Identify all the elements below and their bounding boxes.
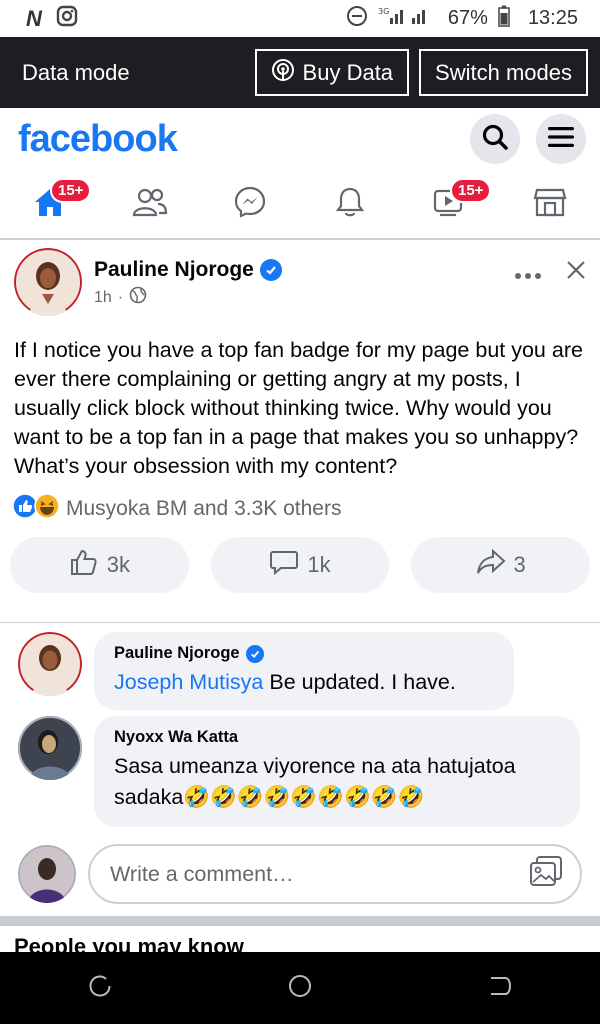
- comments-divider: [0, 622, 600, 623]
- friends-icon: [132, 187, 168, 222]
- menu-button[interactable]: [536, 114, 586, 164]
- switch-modes-label: Switch modes: [435, 59, 572, 85]
- comment-text: Sasa umeanza viyorence na ata hatujatoa …: [114, 754, 516, 809]
- comment-author[interactable]: Nyoxx Wa Katta: [114, 728, 238, 747]
- buy-data-label: Buy Data: [302, 59, 394, 85]
- tab-messenger[interactable]: [220, 174, 280, 234]
- haha-reaction-icon: [34, 493, 60, 525]
- comment-composer: Write a comment…: [18, 844, 582, 904]
- post-action-bar: 3k 1k 3: [0, 537, 600, 593]
- close-icon[interactable]: [566, 260, 586, 286]
- bell-icon: [334, 185, 366, 224]
- feed-post: Pauline Njoroge 1h · If I notice you hav…: [0, 242, 600, 593]
- comment-author[interactable]: Pauline Njoroge: [114, 644, 240, 663]
- verified-icon: [259, 259, 282, 281]
- search-icon: [481, 123, 509, 156]
- comment-text: Joseph Mutisya Be updated. I have.: [114, 667, 494, 698]
- like-count: 3k: [106, 552, 130, 577]
- data-mode-bar: Data mode Buy Data Switch modes: [0, 37, 600, 108]
- comment-placeholder: Write a comment…: [110, 861, 294, 886]
- data-mode-label: Data mode: [22, 59, 130, 85]
- comment-item: Nyoxx Wa Katta Sasa umeanza viyorence na…: [18, 716, 580, 827]
- battery-icon: [498, 5, 510, 33]
- like-button[interactable]: 3k: [10, 537, 189, 593]
- my-avatar[interactable]: [18, 845, 76, 903]
- comment-bubble[interactable]: Nyoxx Wa Katta Sasa umeanza viyorence na…: [94, 716, 580, 827]
- reaction-text: Musyoka BM and 3.3K others: [66, 497, 342, 520]
- thumbs-up-icon: [69, 548, 99, 582]
- back-icon[interactable]: [487, 973, 513, 1004]
- comment-input[interactable]: Write a comment…: [88, 844, 582, 904]
- tab-notifications[interactable]: [320, 174, 380, 234]
- home-nav-icon[interactable]: [287, 973, 313, 1004]
- tab-home[interactable]: 15+: [20, 174, 92, 234]
- comment-mention[interactable]: Joseph Mutisya: [114, 670, 263, 694]
- tab-bar: 15+ 15+: [0, 170, 600, 240]
- buy-data-button[interactable]: Buy Data: [254, 49, 410, 96]
- facebook-logo[interactable]: facebook: [18, 118, 178, 161]
- commenter-avatar[interactable]: [18, 716, 82, 780]
- signal-icon: 3G: [378, 6, 438, 32]
- reaction-summary[interactable]: Musyoka BM and 3.3K others: [0, 481, 600, 537]
- globe-icon: [129, 286, 147, 309]
- messenger-icon: [233, 185, 267, 224]
- watch-badge: 15+: [450, 178, 492, 203]
- search-button[interactable]: [470, 114, 520, 164]
- n-icon: N: [26, 5, 42, 31]
- tab-watch[interactable]: 15+: [420, 174, 492, 234]
- system-nav-bar: [0, 952, 600, 1024]
- comment-item: Pauline Njoroge Joseph Mutisya Be update…: [18, 632, 514, 710]
- dnd-icon: [346, 5, 368, 33]
- broadcast-icon: [271, 58, 295, 88]
- post-header: Pauline Njoroge 1h ·: [0, 242, 600, 322]
- comment-icon: [269, 548, 299, 582]
- share-button[interactable]: 3: [411, 537, 591, 593]
- tab-friends[interactable]: [120, 174, 180, 234]
- post-time[interactable]: 1h: [94, 289, 112, 307]
- marketplace-icon: [533, 186, 567, 223]
- recent-apps-icon[interactable]: [87, 973, 113, 1004]
- photo-icon[interactable]: [528, 854, 564, 894]
- author-avatar[interactable]: [14, 248, 82, 316]
- share-count: 3: [513, 552, 526, 577]
- share-icon: [476, 548, 506, 582]
- comment-button[interactable]: 1k: [210, 537, 390, 593]
- switch-modes-button[interactable]: Switch modes: [419, 49, 588, 96]
- battery-percent: 67%: [447, 7, 488, 29]
- home-badge: 15+: [50, 178, 92, 203]
- more-options-icon[interactable]: [514, 260, 542, 286]
- comment-body: Be updated. I have.: [263, 670, 456, 694]
- app-header: facebook: [0, 108, 600, 170]
- comment-bubble[interactable]: Pauline Njoroge Joseph Mutisya Be update…: [94, 632, 514, 710]
- post-author-name[interactable]: Pauline Njoroge: [94, 258, 254, 282]
- verified-icon: [245, 644, 264, 663]
- section-separator: [0, 916, 600, 926]
- status-bar: N 3G 67% 13:25: [0, 0, 600, 37]
- comment-count: 1k: [307, 552, 331, 577]
- tab-marketplace[interactable]: [520, 174, 580, 234]
- meta-separator: ·: [117, 288, 124, 306]
- clock: 13:25: [527, 7, 578, 29]
- hamburger-icon: [547, 125, 575, 154]
- commenter-avatar[interactable]: [18, 632, 82, 696]
- camera-icon: [56, 5, 78, 33]
- post-text: If I notice you have a top fan badge for…: [14, 338, 583, 478]
- svg-text:3G: 3G: [378, 7, 389, 16]
